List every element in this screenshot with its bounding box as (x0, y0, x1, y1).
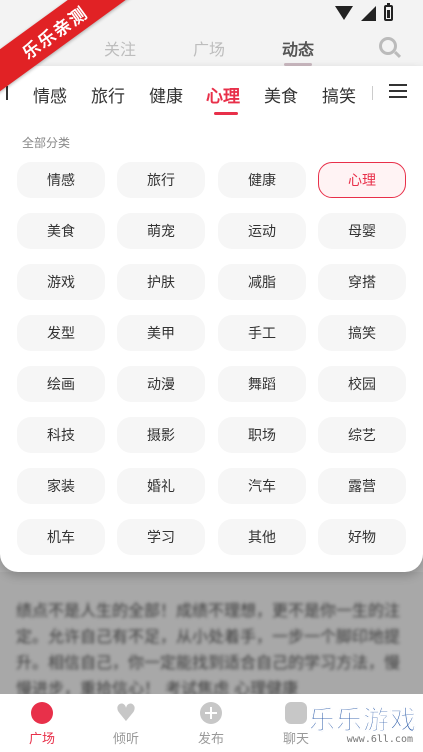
logo-url: www.6ll.com (346, 734, 413, 745)
nav-label-publish: 发布 (197, 732, 224, 747)
category-chip[interactable]: 职场 (218, 417, 306, 453)
category-chip[interactable]: 减脂 (218, 264, 306, 300)
category-tab-food[interactable]: 美食 (264, 82, 298, 107)
category-chip[interactable]: 动漫 (117, 366, 205, 402)
active-tab-indicator (214, 112, 238, 115)
nav-label-listen: 倾听 (112, 732, 139, 747)
category-chip[interactable]: 舞蹈 (218, 366, 306, 402)
square-icon (31, 702, 53, 724)
category-chip[interactable]: 学习 (117, 519, 205, 555)
nav-item-listen[interactable]: ♥ 倾听 (91, 694, 161, 752)
category-tab-health[interactable]: 健康 (149, 82, 183, 107)
signal-icon (361, 5, 376, 21)
category-chip[interactable]: 科技 (17, 417, 105, 453)
category-chip[interactable]: 家装 (17, 468, 105, 504)
category-chip[interactable]: 健康 (218, 162, 306, 198)
nav-item-publish[interactable]: 发布 (176, 694, 246, 752)
scroll-edge-left (6, 86, 8, 100)
category-chip[interactable]: 情感 (17, 162, 105, 198)
logo-text: 乐乐游戏 (308, 706, 417, 737)
category-chip[interactable]: 摄影 (117, 417, 205, 453)
category-chip[interactable]: 心理 (318, 162, 406, 198)
heart-icon: ♥ (115, 699, 137, 727)
category-chip[interactable]: 绘画 (17, 366, 105, 402)
top-nav: 关注 广场 动态 (0, 28, 423, 66)
category-chip[interactable]: 母婴 (318, 213, 406, 249)
section-title: 全部分类 (22, 136, 71, 150)
status-bar (0, 0, 423, 28)
category-panel: 情感 旅行 健康 心理 美食 搞笑 全部分类 情感 旅行 健康 心理 美食 萌宠 运动 母婴游… (0, 66, 423, 572)
category-chip[interactable]: 运动 (218, 213, 306, 249)
plus-icon (200, 702, 222, 724)
nav-label-square: 广场 (28, 732, 55, 747)
category-chip[interactable]: 护肤 (117, 264, 205, 300)
top-tab-follow[interactable]: 关注 (104, 36, 136, 60)
category-chip[interactable]: 发型 (17, 315, 105, 351)
category-chip[interactable]: 手工 (218, 315, 306, 351)
category-chip[interactable]: 其他 (218, 519, 306, 555)
category-tab-funny[interactable]: 搞笑 (322, 82, 356, 107)
category-chip[interactable]: 露营 (318, 468, 406, 504)
top-tab-feed[interactable]: 动态 (282, 36, 314, 66)
category-chip[interactable]: 搞笑 (318, 315, 406, 351)
top-tab-square[interactable]: 广场 (193, 36, 225, 60)
category-chip[interactable]: 游戏 (17, 264, 105, 300)
category-chip[interactable]: 旅行 (117, 162, 205, 198)
category-chip[interactable]: 综艺 (318, 417, 406, 453)
category-chip[interactable]: 汽车 (218, 468, 306, 504)
category-chip[interactable]: 校园 (318, 366, 406, 402)
watermark-logo: 乐乐游戏 www.6ll.com (299, 700, 417, 750)
category-tab-travel[interactable]: 旅行 (91, 82, 125, 107)
category-tab-bar: 情感 旅行 健康 心理 美食 搞笑 (0, 66, 423, 120)
category-chip[interactable]: 穿搭 (318, 264, 406, 300)
menu-icon[interactable] (389, 84, 407, 98)
category-tab-psychology-label: 心理 (206, 87, 240, 107)
wifi-icon (335, 6, 353, 20)
category-chip[interactable]: 萌宠 (117, 213, 205, 249)
category-chip[interactable]: 婚礼 (117, 468, 205, 504)
category-chip[interactable]: 美食 (17, 213, 105, 249)
category-tab-emotion[interactable]: 情感 (33, 82, 67, 107)
nav-item-square[interactable]: 广场 (7, 694, 77, 752)
category-chip[interactable]: 机车 (17, 519, 105, 555)
category-chip[interactable]: 好物 (318, 519, 406, 555)
category-tab-psychology[interactable]: 心理 (206, 82, 240, 115)
battery-icon (384, 3, 393, 21)
category-chip[interactable]: 美甲 (117, 315, 205, 351)
tab-divider (372, 86, 373, 100)
search-icon[interactable] (379, 37, 397, 55)
